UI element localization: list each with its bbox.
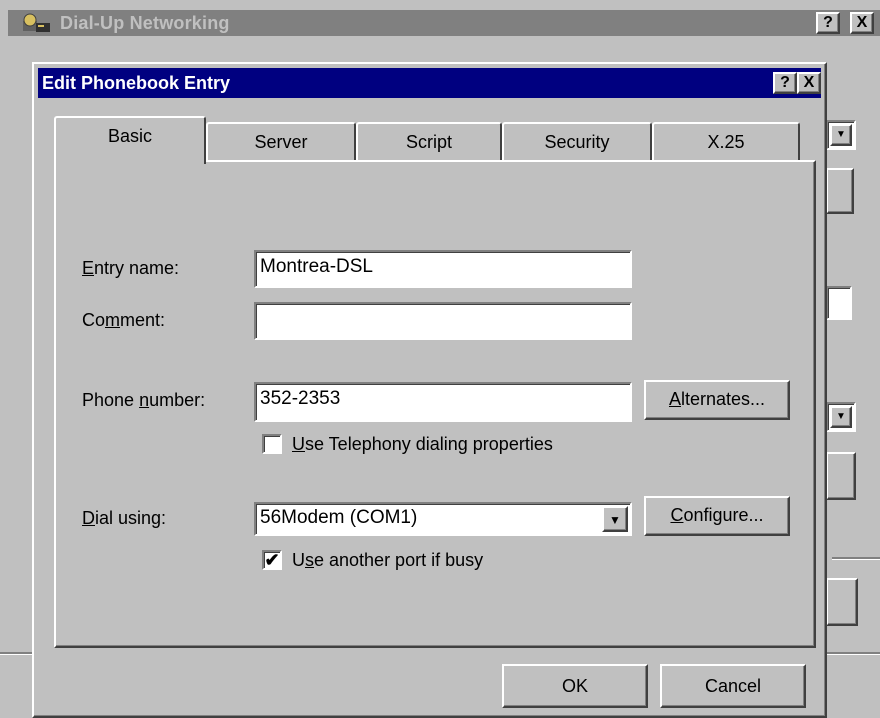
dialup-networking-icon bbox=[23, 13, 50, 32]
tab-x25[interactable]: X.25 bbox=[652, 122, 800, 162]
background-close-button[interactable]: X bbox=[850, 12, 874, 34]
chevron-down-icon[interactable]: ▼ bbox=[602, 506, 628, 532]
configure-button[interactable]: Configure... bbox=[644, 496, 790, 536]
alternates-button[interactable]: Alternates... bbox=[644, 380, 790, 420]
dial-using-value: 56Modem (COM1) bbox=[260, 507, 418, 528]
chevron-down-icon: ▼ bbox=[830, 406, 852, 428]
dial-using-dropdown[interactable]: 56Modem (COM1) ▼ bbox=[254, 502, 632, 536]
dialog-title-bar: Edit Phonebook Entry ? X bbox=[38, 68, 821, 98]
background-separator bbox=[832, 557, 880, 560]
background-button-2[interactable] bbox=[826, 452, 856, 500]
dialog-title: Edit Phonebook Entry bbox=[42, 73, 231, 93]
basic-tab-panel: Entry name: Montrea-DSL Comment: Phone n… bbox=[54, 160, 816, 648]
background-title-bar: Dial-Up Networking bbox=[8, 10, 880, 36]
use-another-port-checkbox[interactable]: ✔ bbox=[262, 550, 282, 570]
background-button[interactable] bbox=[826, 168, 854, 214]
cancel-button[interactable]: Cancel bbox=[660, 664, 806, 708]
tab-security[interactable]: Security bbox=[502, 122, 652, 162]
background-dropdown[interactable]: ▼ bbox=[826, 120, 856, 150]
phone-number-field[interactable]: 352-2353 bbox=[254, 382, 632, 422]
entry-name-field[interactable]: Montrea-DSL bbox=[254, 250, 632, 288]
background-dropdown-2[interactable]: ▼ bbox=[826, 402, 856, 432]
background-window-title: Dial-Up Networking bbox=[60, 13, 230, 33]
tab-script[interactable]: Script bbox=[356, 122, 502, 162]
dial-using-label: Dial using: bbox=[82, 508, 167, 528]
use-another-port-label: Use another port if busy bbox=[292, 550, 484, 570]
checkmark-icon: ✔ bbox=[264, 550, 280, 570]
use-telephony-label: Use Telephony dialing properties bbox=[292, 434, 553, 454]
chevron-down-icon: ▼ bbox=[830, 124, 852, 146]
dialog-close-button[interactable]: X bbox=[797, 72, 821, 94]
edit-phonebook-entry-dialog: Edit Phonebook Entry ? X Basic Server Sc… bbox=[32, 62, 827, 718]
background-help-button[interactable]: ? bbox=[816, 12, 840, 34]
phone-number-label: Phone number: bbox=[82, 390, 206, 410]
comment-field[interactable] bbox=[254, 302, 632, 340]
ok-button[interactable]: OK bbox=[502, 664, 648, 708]
background-button-3[interactable] bbox=[826, 578, 858, 626]
entry-name-label: Entry name: bbox=[82, 258, 180, 278]
tab-server[interactable]: Server bbox=[206, 122, 356, 162]
use-telephony-checkbox[interactable] bbox=[262, 434, 282, 454]
tab-basic[interactable]: Basic bbox=[54, 116, 206, 164]
comment-label: Comment: bbox=[82, 310, 166, 330]
dialog-help-button[interactable]: ? bbox=[773, 72, 797, 94]
background-text-field[interactable] bbox=[826, 286, 852, 320]
